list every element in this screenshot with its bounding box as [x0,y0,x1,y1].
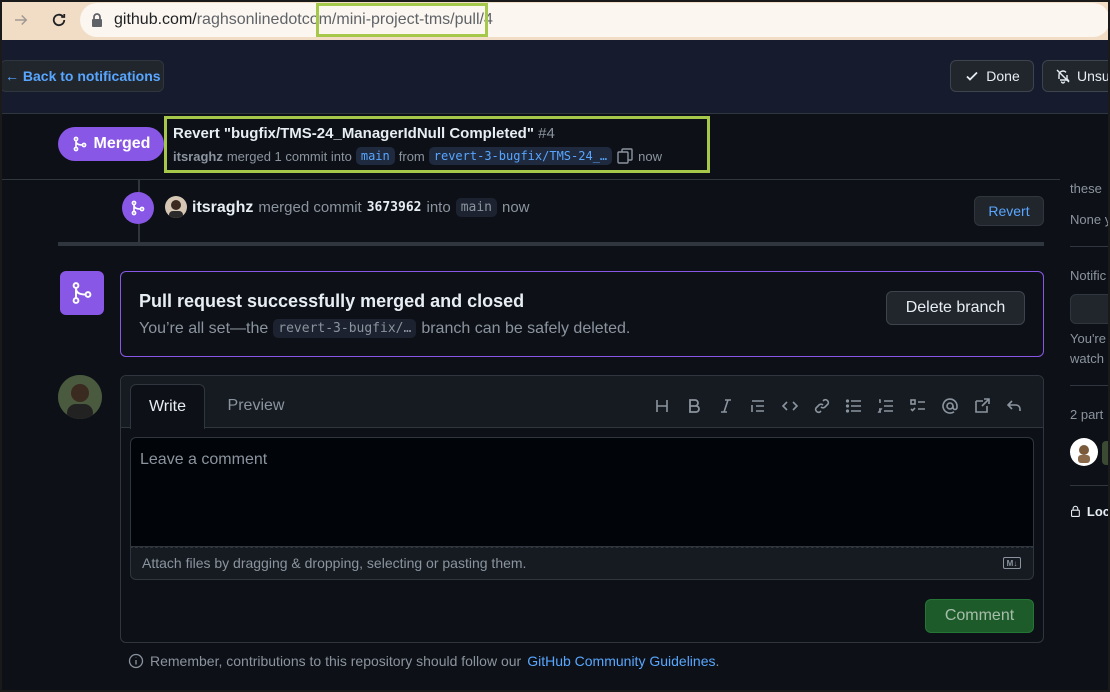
url-host: github.com/raghsonlinedotcom [114,11,332,28]
git-merge-icon [131,200,145,216]
lock-label: Loc [1086,503,1110,519]
task-list-icon[interactable] [902,393,934,419]
head-branch[interactable]: revert-3-bugfix/TMS-24_… [428,147,613,165]
sidebar-participants-heading: 2 part [1070,407,1104,422]
mention-icon[interactable] [934,393,966,419]
sidebar-subscribe-button[interactable] [1070,294,1110,324]
sidebar-notifications-heading: Notific [1070,268,1107,283]
git-merge-icon [72,282,92,304]
info-icon [128,653,144,669]
commit-sha-link[interactable]: 3673962 [367,200,422,215]
address-bar[interactable]: github.com/raghsonlinedotcom /mini-proje… [80,3,1110,37]
git-merge-icon [73,136,86,152]
sidebar-youre-text: You're [1070,331,1106,346]
browser-forward-icon[interactable] [6,5,36,35]
italic-icon[interactable] [710,393,742,419]
deletable-branch[interactable]: revert-3-bugfix/… [273,319,417,338]
back-to-notifications-button[interactable]: ← Back to notifications [0,60,164,92]
merged-status-icon [60,271,104,315]
merge-status-subtitle: You’re all set—the revert-3-bugfix/… bra… [139,319,630,338]
notification-header: ← Back to notifications Done Unsu [0,40,1110,114]
code-icon[interactable] [774,393,806,419]
pr-author-link[interactable]: itsraghz [173,149,223,164]
pr-title-text: Revert "bugfix/TMS-24_ManagerIdNull Comp… [173,125,534,142]
done-button[interactable]: Done [950,60,1034,92]
guidelines-prefix: Remember, contributions to this reposito… [150,653,522,669]
merge-sub-prefix: You’re all set—the [139,319,269,337]
community-guidelines-link[interactable]: GitHub Community Guidelines [527,653,715,669]
sidebar-watch-text: watch [1070,351,1104,366]
pr-time: now [638,148,662,164]
base-branch[interactable]: main [355,147,395,165]
sidebar-these-text: these [1070,181,1102,196]
merged-state-badge: Merged [58,127,164,161]
url-highlight-box [316,3,488,37]
pr-merge-text: merged 1 commit into [226,148,352,164]
merge-event-text: itsraghz merged commit 3673962 into main… [192,198,530,217]
merge-event-icon [122,192,154,224]
pr-title: Revert "bugfix/TMS-24_ManagerIdNull Comp… [173,125,555,142]
delete-branch-button[interactable]: Delete branch [886,291,1025,325]
sidebar-divider [1070,246,1110,247]
pr-number: #4 [538,125,555,142]
link-icon[interactable] [806,393,838,419]
revert-button[interactable]: Revert [974,196,1044,226]
merge-sub-suffix: branch can be safely deleted. [421,319,631,337]
guidelines-suffix: . [715,653,720,669]
quote-icon[interactable] [742,393,774,419]
markdown-toolbar [646,393,1030,419]
header-divider [0,179,1060,180]
reply-icon[interactable] [998,393,1030,419]
unsubscribe-label: Unsu [1077,68,1110,84]
event-action: merged commit [258,199,362,216]
event-branch[interactable]: main [455,198,497,217]
sidebar-divider [1070,485,1110,486]
timeline-break [58,242,1044,246]
merged-label: Merged [93,135,151,152]
avatar[interactable] [165,196,187,218]
unsubscribe-button[interactable]: Unsu [1042,60,1110,92]
merge-status-title: Pull request successfully merged and clo… [139,291,525,311]
ordered-list-icon[interactable] [870,393,902,419]
participant-avatar[interactable] [1102,441,1110,465]
event-time: now [502,199,530,216]
comment-textarea[interactable]: Leave a comment [130,437,1034,547]
pr-from-text: from [398,148,425,164]
markdown-icon[interactable]: M↓ [1003,557,1021,569]
lock-icon [1071,505,1080,517]
tab-preview[interactable]: Preview [214,384,298,428]
participant-avatar[interactable] [1070,438,1098,466]
attach-files-bar[interactable]: Attach files by dragging & dropping, sel… [130,547,1034,580]
heading-icon[interactable] [646,393,678,419]
pr-meta: itsraghz merged 1 commit into main from … [173,147,662,165]
bell-slash-icon [1056,69,1070,84]
sidebar-divider [1070,385,1110,386]
lock-icon [92,13,102,27]
check-icon [966,71,978,81]
sidebar-none-text: None y [1070,212,1110,227]
lock-conversation-link[interactable]: Loc [1070,503,1110,519]
current-user-avatar[interactable] [58,375,102,419]
unordered-list-icon[interactable] [838,393,870,419]
tab-write[interactable]: Write [130,384,205,429]
comment-submit-button[interactable]: Comment [925,599,1034,633]
reload-icon[interactable] [44,5,74,35]
done-label: Done [986,68,1020,84]
cross-reference-icon[interactable] [966,393,998,419]
browser-toolbar: github.com/raghsonlinedotcom /mini-proje… [0,0,1110,40]
copy-icon[interactable] [616,147,634,165]
bold-icon[interactable] [678,393,710,419]
event-into: into [426,199,451,216]
community-guidelines-note: Remember, contributions to this reposito… [128,653,719,669]
event-user-link[interactable]: itsraghz [192,199,253,217]
